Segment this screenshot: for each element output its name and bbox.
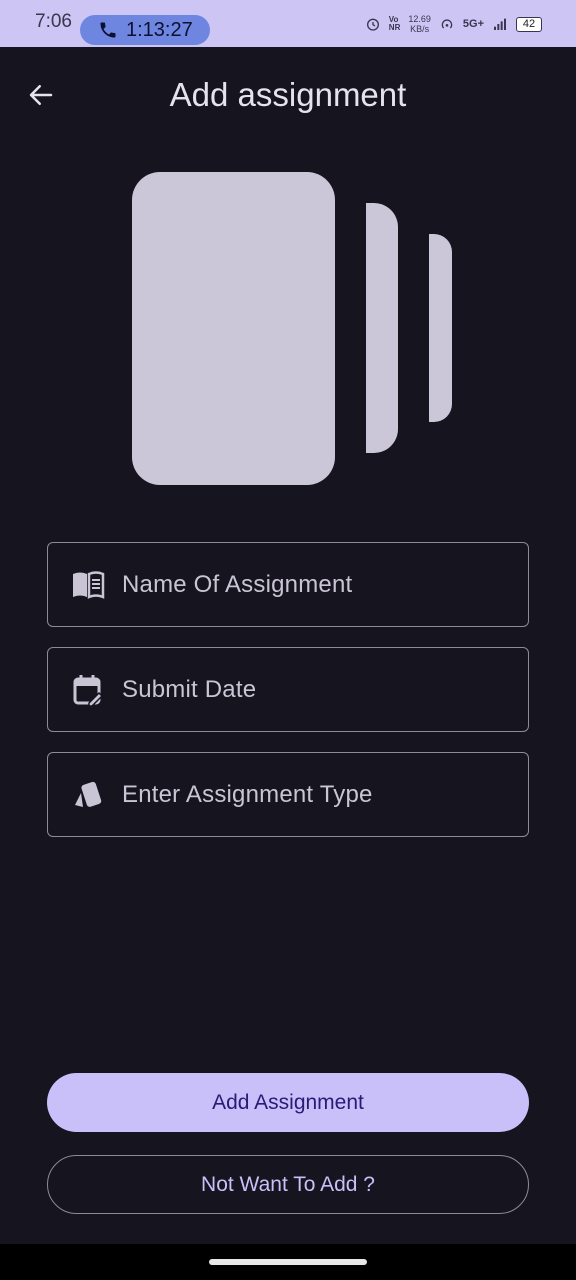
not-want-to-add-button[interactable]: Not Want To Add ? xyxy=(47,1155,529,1214)
home-indicator[interactable] xyxy=(209,1259,367,1265)
assignment-name-placeholder: Name Of Assignment xyxy=(122,570,353,598)
assignment-type-placeholder: Enter Assignment Type xyxy=(122,780,373,808)
alarm-icon xyxy=(366,18,379,31)
net-speed: 12.69 KB/s xyxy=(408,14,431,34)
add-assignment-button[interactable]: Add Assignment xyxy=(47,1073,529,1132)
status-time: 7:06 xyxy=(35,11,72,32)
net-speed-value: 12.69 xyxy=(408,14,431,24)
illustration-card-back xyxy=(429,234,452,422)
page-title: Add assignment xyxy=(169,76,407,113)
system-nav-bar xyxy=(0,1244,576,1280)
signal-icon xyxy=(494,18,506,30)
call-timer: 1:13:27 xyxy=(126,18,193,41)
submit-date-field[interactable]: Submit Date xyxy=(47,647,529,732)
net-speed-unit: KB/s xyxy=(410,24,430,34)
ongoing-call-pill[interactable]: 1:13:27 xyxy=(80,15,210,45)
phone-icon xyxy=(100,22,116,38)
add-assignment-screen: 7:06 1:13:27 Vo NR 12.69 KB/s 5G+ 42 Add… xyxy=(0,0,576,1280)
book-icon xyxy=(70,567,106,603)
cards-icon xyxy=(70,777,106,813)
illustration-card-front xyxy=(132,172,335,485)
network-type: 5G+ xyxy=(462,18,484,30)
battery-icon: 42 xyxy=(516,16,542,32)
status-bar: 7:06 1:13:27 Vo NR 12.69 KB/s 5G+ 42 xyxy=(0,0,576,47)
status-icons: Vo NR 12.69 KB/s 5G+ 42 xyxy=(365,14,542,34)
volte-icon: Vo NR xyxy=(388,15,401,32)
illustration-card-middle xyxy=(366,203,398,453)
assignment-type-field[interactable]: Enter Assignment Type xyxy=(47,752,529,837)
submit-date-placeholder: Submit Date xyxy=(122,675,257,703)
hotspot-icon xyxy=(441,19,453,29)
calendar-edit-icon xyxy=(70,672,106,708)
assignment-name-field[interactable]: Name Of Assignment xyxy=(47,542,529,627)
